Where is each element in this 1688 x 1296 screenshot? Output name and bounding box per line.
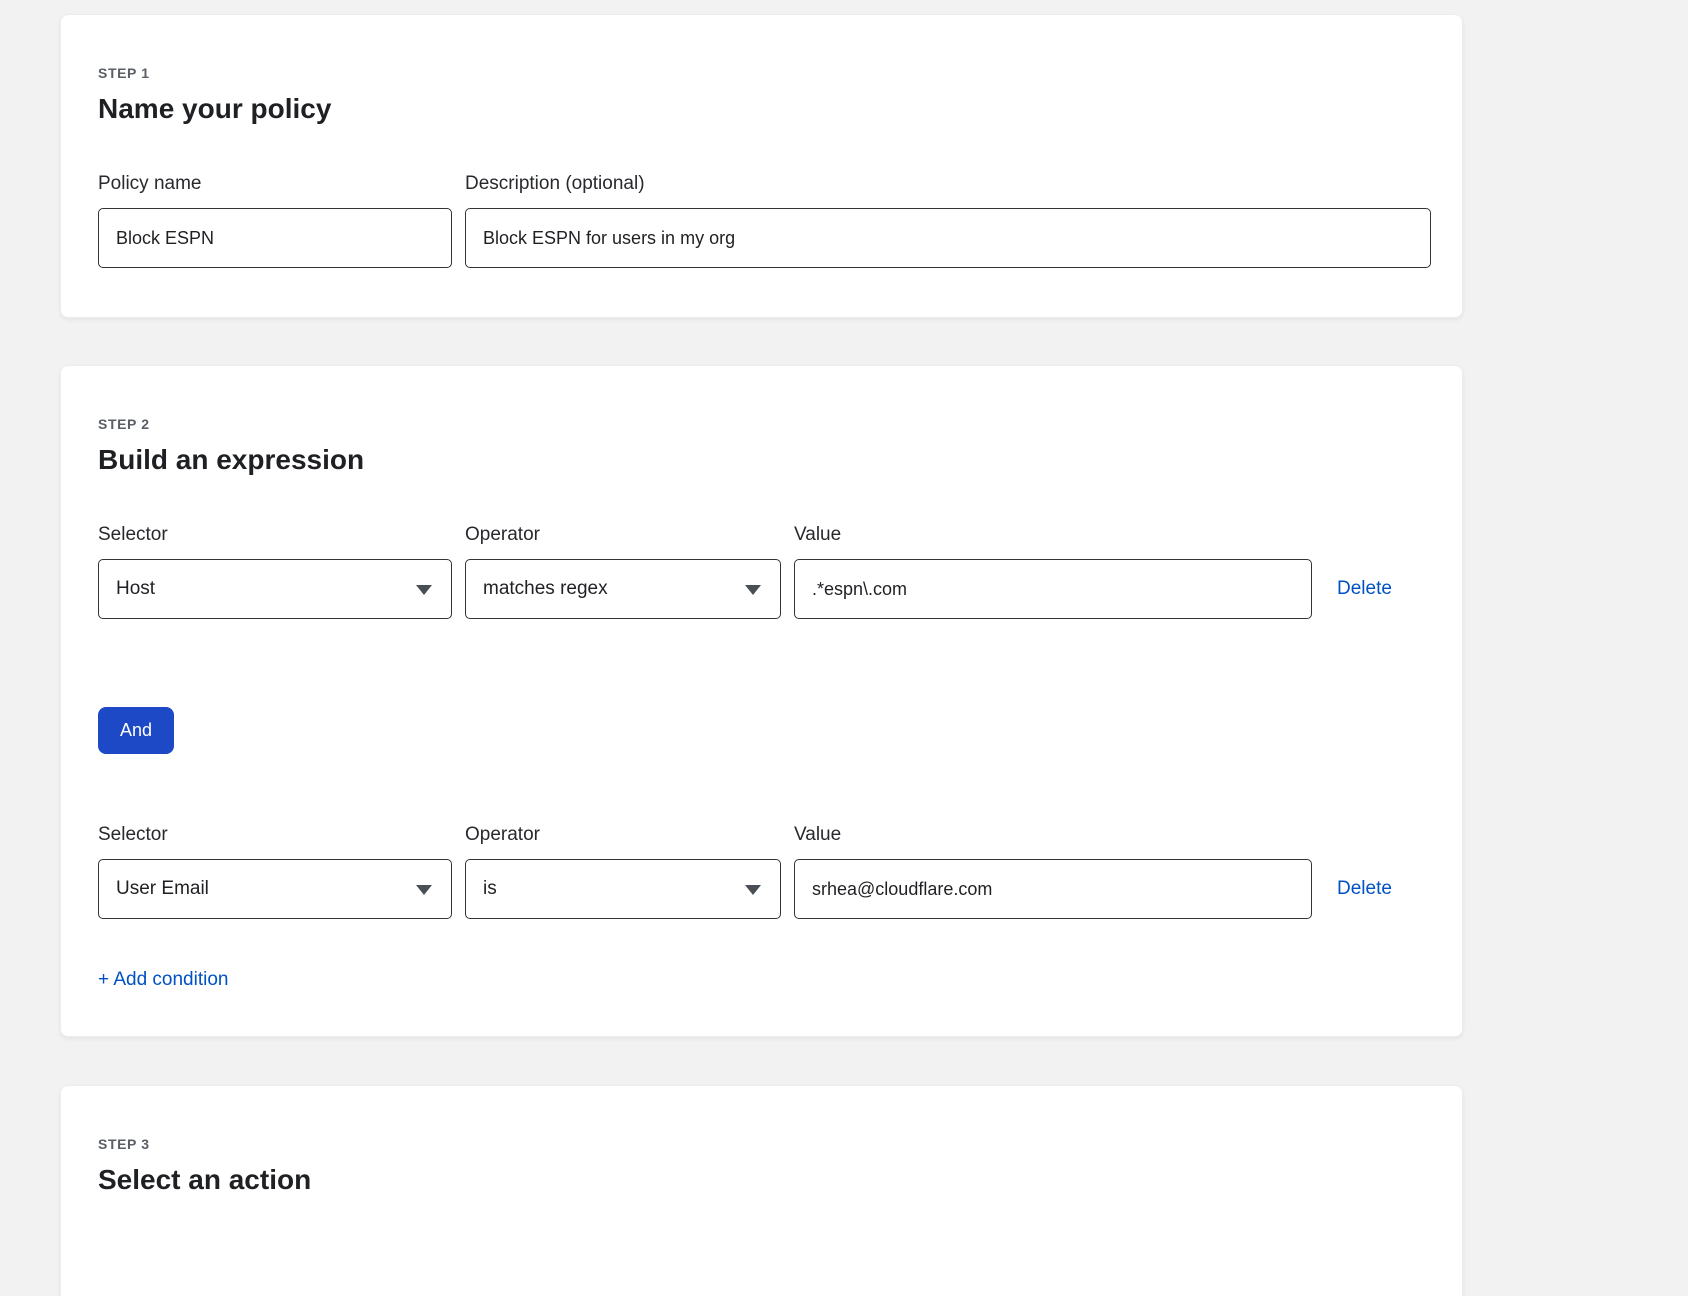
selector-field-group: Selector Host — [98, 524, 452, 619]
selector-label: Selector — [98, 524, 452, 546]
condition-value-input[interactable] — [794, 559, 1312, 619]
chevron-down-icon — [745, 585, 761, 595]
step1-fields-row: Policy name Description (optional) — [98, 173, 1425, 268]
condition-row-1: Selector Host Operator matches regex Val… — [98, 524, 1425, 619]
selector-dropdown[interactable]: User Email — [98, 859, 452, 919]
operator-dropdown[interactable]: is — [465, 859, 781, 919]
chevron-down-icon — [416, 885, 432, 895]
add-condition-link[interactable]: + Add condition — [98, 969, 228, 991]
step1-card: STEP 1 Name your policy Policy name Desc… — [60, 14, 1463, 318]
condition-value-input[interactable] — [794, 859, 1312, 919]
chevron-down-icon — [416, 585, 432, 595]
and-row: And — [98, 707, 1425, 754]
value-field-group: Value — [794, 824, 1312, 919]
and-button[interactable]: And — [98, 707, 174, 754]
operator-field-group: Operator is — [465, 824, 781, 919]
description-label: Description (optional) — [465, 173, 1431, 195]
step1-label: STEP 1 — [98, 65, 1425, 81]
operator-field-group: Operator matches regex — [465, 524, 781, 619]
policy-name-field-group: Policy name — [98, 173, 452, 268]
operator-dropdown[interactable]: matches regex — [465, 559, 781, 619]
value-label: Value — [794, 824, 1312, 846]
policy-name-input[interactable] — [98, 208, 452, 268]
value-label: Value — [794, 524, 1312, 546]
selector-dropdown[interactable]: Host — [98, 559, 452, 619]
selector-field-group: Selector User Email — [98, 824, 452, 919]
selector-label: Selector — [98, 824, 452, 846]
operator-label: Operator — [465, 524, 781, 546]
step3-title: Select an action — [98, 1164, 1425, 1196]
policy-name-label: Policy name — [98, 173, 452, 195]
selector-dropdown-value: User Email — [116, 878, 209, 900]
step3-card: STEP 3 Select an action — [60, 1085, 1463, 1296]
operator-dropdown-value: matches regex — [483, 578, 608, 600]
description-field-group: Description (optional) — [465, 173, 1431, 268]
operator-dropdown-value: is — [483, 878, 497, 900]
chevron-down-icon — [745, 885, 761, 895]
delete-condition-link[interactable]: Delete — [1337, 878, 1392, 900]
operator-label: Operator — [465, 824, 781, 846]
step2-title: Build an expression — [98, 444, 1425, 476]
step2-card: STEP 2 Build an expression Selector Host… — [60, 365, 1463, 1037]
value-field-group: Value — [794, 524, 1312, 619]
condition-row-2: Selector User Email Operator is Value De… — [98, 824, 1425, 919]
selector-dropdown-value: Host — [116, 578, 155, 600]
description-input[interactable] — [465, 208, 1431, 268]
step2-label: STEP 2 — [98, 416, 1425, 432]
delete-condition-link[interactable]: Delete — [1337, 578, 1392, 600]
step3-label: STEP 3 — [98, 1136, 1425, 1152]
step1-title: Name your policy — [98, 93, 1425, 125]
